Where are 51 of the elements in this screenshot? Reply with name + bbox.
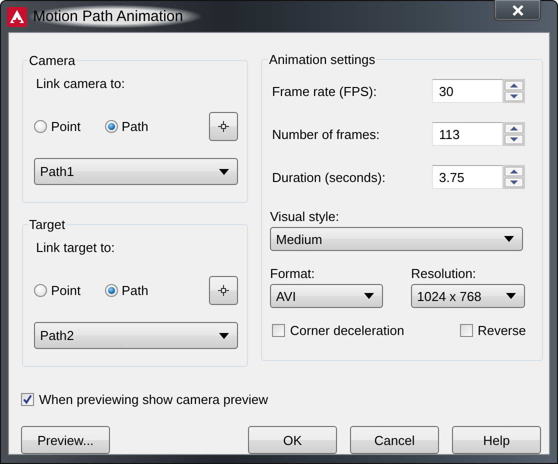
- dropdown[interactable]: Medium: [270, 227, 523, 251]
- group-title: Camera: [28, 53, 76, 68]
- link-label: Link target to:: [35, 240, 116, 255]
- pick-point-button[interactable]: [209, 112, 238, 141]
- group-title: Target: [28, 217, 66, 232]
- spinner-icon[interactable]: [503, 165, 525, 189]
- dropdown-arrow-icon: [506, 293, 516, 299]
- radio-button[interactable]: [34, 284, 47, 297]
- dialog-button[interactable]: OK: [248, 426, 337, 454]
- dropdown[interactable]: Path1: [34, 158, 238, 185]
- dropdown-arrow-icon: [219, 332, 229, 338]
- spinner-icon[interactable]: [503, 79, 525, 103]
- dropdown-arrow-icon: [219, 168, 229, 174]
- number-field[interactable]: 3.75: [432, 165, 503, 189]
- radio-label: Path: [122, 119, 148, 134]
- radio-button[interactable]: [104, 120, 118, 133]
- number-field[interactable]: 113: [432, 122, 503, 146]
- dropdown-arrow-icon: [504, 236, 514, 242]
- dropdown[interactable]: 1024 x 768: [411, 284, 525, 308]
- spinner-icon[interactable]: [503, 122, 525, 146]
- radio-label: Path: [122, 283, 148, 298]
- field-label: Format:: [270, 266, 316, 281]
- field-label: Resolution:: [411, 266, 478, 281]
- radio-label: Point: [51, 283, 81, 298]
- dropdown-arrow-icon: [364, 293, 374, 299]
- window-title: Motion Path Animation: [29, 5, 202, 28]
- field-label: Visual style:: [270, 209, 340, 224]
- number-field[interactable]: 30: [432, 79, 503, 103]
- close-button[interactable]: [494, 0, 541, 21]
- app-logo-icon: [7, 6, 27, 26]
- radio-button[interactable]: [34, 120, 47, 133]
- dialog-button[interactable]: Help: [452, 426, 541, 454]
- checkbox[interactable]: [272, 324, 285, 337]
- checkbox[interactable]: [460, 324, 473, 337]
- checkbox-label: When previewing show camera preview: [39, 392, 268, 407]
- radio-button[interactable]: [104, 284, 118, 297]
- pick-point-button[interactable]: [209, 276, 238, 305]
- radio-label: Point: [51, 119, 81, 134]
- group-title: Animation settings: [268, 52, 376, 67]
- checkbox-label: Corner deceleration: [290, 323, 404, 338]
- dialog-button[interactable]: Preview...: [21, 426, 110, 454]
- field-label: Number of frames:: [272, 126, 380, 142]
- dialog-button[interactable]: Cancel: [350, 426, 439, 454]
- link-label: Link camera to:: [35, 76, 126, 91]
- field-label: Duration (seconds):: [272, 170, 386, 184]
- close-icon: [512, 4, 524, 16]
- dropdown[interactable]: Path2: [34, 322, 238, 349]
- field-label: Frame rate (FPS):: [272, 84, 377, 98]
- dropdown[interactable]: AVI: [270, 284, 383, 308]
- checkbox-label: Reverse: [478, 323, 526, 338]
- checkbox[interactable]: [21, 393, 34, 406]
